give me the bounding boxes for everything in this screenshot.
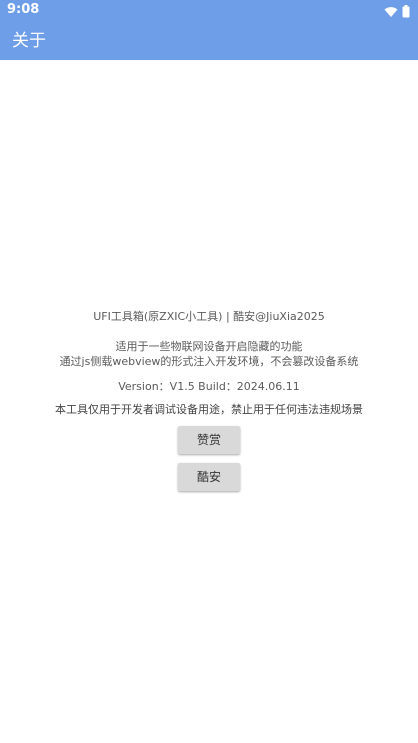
status-time: 9:08 [7,2,40,17]
version-line: Version：V1.5 Build：2024.06.11 [118,380,300,393]
usage-notice: 本工具仅用于开发者调试设备用途，禁止用于任何违法违规场景 [55,403,363,416]
coolapk-button[interactable]: 酷安 [178,463,240,491]
description-line-2: 通过js侧载webview的形式注入开发环境，不会篡改设备系统 [59,355,359,368]
wifi-icon [384,3,398,22]
status-icons [384,3,410,22]
battery-icon [402,3,410,22]
status-bar: 9:08 [0,0,418,22]
description-line-1: 适用于一些物联网设备开启隐藏的功能 [115,340,303,353]
app-name-line: UFI工具箱(原ZXIC小工具) | 酷安@JiuXia2025 [93,310,325,323]
about-content: UFI工具箱(原ZXIC小工具) | 酷安@JiuXia2025 适用于一些物联… [0,60,418,743]
appreciate-button[interactable]: 赞赏 [178,426,240,454]
page-title: 关于 [12,31,46,51]
app-bar: 关于 [0,22,418,60]
